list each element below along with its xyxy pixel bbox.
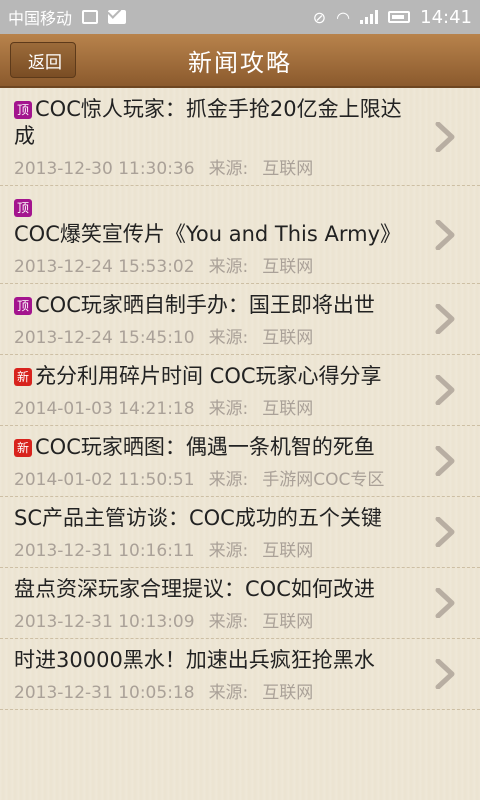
signal-icon — [360, 10, 379, 24]
news-meta: 2013-12-31 10:16:11 来源: 互联网 — [14, 536, 420, 561]
chevron-right-icon — [435, 121, 455, 152]
news-title: 新充分利用碎片时间 COC玩家心得分享 — [14, 363, 420, 390]
news-meta: 2013-12-31 10:05:18 来源: 互联网 — [14, 678, 420, 703]
new-badge: 新 — [14, 439, 32, 457]
vibrate-icon: ⊘ — [312, 7, 327, 27]
news-title-text: 时进30000黑水！加速出兵疯狂抢黑水 — [14, 648, 375, 672]
news-source: 互联网 — [262, 159, 314, 179]
list-item[interactable]: SC产品主管访谈：COC成功的五个关键 2013-12-31 10:16:11 来源… — [0, 497, 480, 568]
news-meta: 2013-12-24 15:45:10 来源: 互联网 — [14, 323, 420, 348]
chevron-right-icon — [435, 517, 455, 547]
news-title-text: COC爆笑宣传片《You and This Army》 — [14, 222, 402, 246]
news-title: 时进30000黑水！加速出兵疯狂抢黑水 — [14, 647, 420, 674]
list-item[interactable]: 盘点资深玩家合理提议：COC如何改进 2013-12-31 10:13:09 来源:… — [0, 568, 480, 639]
status-left: 中国移动 — [8, 5, 127, 29]
news-date: 2013-12-31 10:13:09 — [14, 612, 195, 632]
pinned-badge: 顶 — [14, 199, 32, 217]
pinned-badge: 顶 — [14, 297, 32, 315]
status-right: ⊘ ◠ 14:41 — [313, 7, 472, 28]
news-title: 顶 COC爆笑宣传片《You and This Army》 — [14, 194, 420, 248]
list-item[interactable]: 顶 COC爆笑宣传片《You and This Army》 2013-12-24 1… — [0, 186, 480, 284]
news-date: 2013-12-30 11:30:36 — [14, 159, 195, 179]
news-source: 互联网 — [262, 399, 314, 419]
battery-icon — [388, 11, 411, 23]
page-title: 新闻攻略 — [188, 48, 292, 77]
news-title-text: 盘点资深玩家合理提议：COC如何改进 — [14, 577, 375, 601]
news-date: 2013-12-24 15:53:02 — [14, 257, 195, 277]
mail-icon — [108, 10, 127, 24]
back-button[interactable]: 返回 — [10, 42, 76, 78]
new-badge: 新 — [14, 368, 32, 386]
list-item[interactable]: 时进30000黑水！加速出兵疯狂抢黑水 2013-12-31 10:05:18 来源… — [0, 639, 480, 710]
news-source: 互联网 — [262, 328, 314, 348]
news-source: 互联网 — [262, 541, 314, 561]
source-label: 来源: — [208, 612, 249, 632]
news-meta: 2013-12-31 10:13:09 来源: 互联网 — [14, 607, 420, 632]
list-item[interactable]: 新充分利用碎片时间 COC玩家心得分享 2014-01-03 14:21:18 来源… — [0, 355, 480, 426]
list-item[interactable]: 顶 COC惊人玩家：抓金手抢20亿金上限达成 2013-12-30 11:30:36… — [0, 88, 480, 186]
source-label: 来源: — [208, 683, 249, 703]
news-source: 互联网 — [262, 683, 314, 703]
news-title-text: SC产品主管访谈：COC成功的五个关键 — [14, 506, 382, 530]
status-bar: 中国移动 ⊘ ◠ 14:41 — [0, 0, 480, 34]
news-title-text: COC惊人玩家：抓金手抢20亿金上限达成 — [14, 97, 402, 148]
news-meta: 2014-01-03 14:21:18 来源: 互联网 — [14, 394, 420, 419]
news-source: 手游网COC专区 — [262, 470, 385, 490]
news-meta: 2014-01-02 11:50:51 来源: 手游网COC专区 — [14, 465, 420, 490]
list-item[interactable]: 顶 COC玩家晒自制手办：国王即将出世 2013-12-24 15:45:10 来源:… — [0, 284, 480, 355]
chevron-right-icon — [435, 375, 455, 405]
news-title: 盘点资深玩家合理提议：COC如何改进 — [14, 576, 420, 603]
news-date: 2013-12-31 10:16:11 — [14, 541, 195, 561]
source-label: 来源: — [208, 257, 249, 277]
news-title: 顶 COC惊人玩家：抓金手抢20亿金上限达成 — [14, 96, 420, 150]
source-label: 来源: — [208, 470, 249, 490]
carrier-label: 中国移动 — [8, 9, 73, 28]
news-list: 顶 COC惊人玩家：抓金手抢20亿金上限达成 2013-12-30 11:30:36… — [0, 88, 480, 800]
news-title: 新 COC玩家晒图：偶遇一条机智的死鱼 — [14, 434, 420, 461]
source-label: 来源: — [208, 541, 249, 561]
source-label: 来源: — [208, 399, 249, 419]
news-title: SC产品主管访谈：COC成功的五个关键 — [14, 505, 420, 532]
news-date: 2013-12-31 10:05:18 — [14, 683, 195, 703]
pinned-badge: 顶 — [14, 101, 32, 119]
chevron-right-icon — [435, 446, 455, 476]
news-source: 互联网 — [262, 257, 314, 277]
news-meta: 2013-12-30 11:30:36 来源: 互联网 — [14, 154, 420, 179]
wifi-icon: ◠ — [336, 7, 351, 27]
chevron-right-icon — [435, 588, 455, 618]
news-title-text: COC玩家晒图：偶遇一条机智的死鱼 — [35, 435, 375, 459]
list-item[interactable]: 新 COC玩家晒图：偶遇一条机智的死鱼 2014-01-02 11:50:51 来源:… — [0, 426, 480, 497]
source-label: 来源: — [208, 159, 249, 179]
news-title-text: 充分利用碎片时间 COC玩家心得分享 — [35, 364, 382, 388]
news-source: 互联网 — [262, 612, 314, 632]
news-date: 2013-12-24 15:45:10 — [14, 328, 195, 348]
chevron-right-icon — [435, 219, 455, 250]
image-icon — [82, 10, 99, 24]
chevron-right-icon — [435, 659, 455, 689]
news-meta: 2013-12-24 15:53:02 来源: 互联网 — [14, 252, 420, 277]
title-bar: 返回 新闻攻略 — [0, 34, 480, 88]
chevron-right-icon — [435, 304, 455, 334]
news-title-text: COC玩家晒自制手办：国王即将出世 — [35, 293, 375, 317]
source-label: 来源: — [208, 328, 249, 348]
news-title: 顶 COC玩家晒自制手办：国王即将出世 — [14, 292, 420, 319]
news-date: 2014-01-03 14:21:18 — [14, 399, 195, 419]
news-date: 2014-01-02 11:50:51 — [14, 470, 195, 490]
clock: 14:41 — [420, 6, 472, 28]
